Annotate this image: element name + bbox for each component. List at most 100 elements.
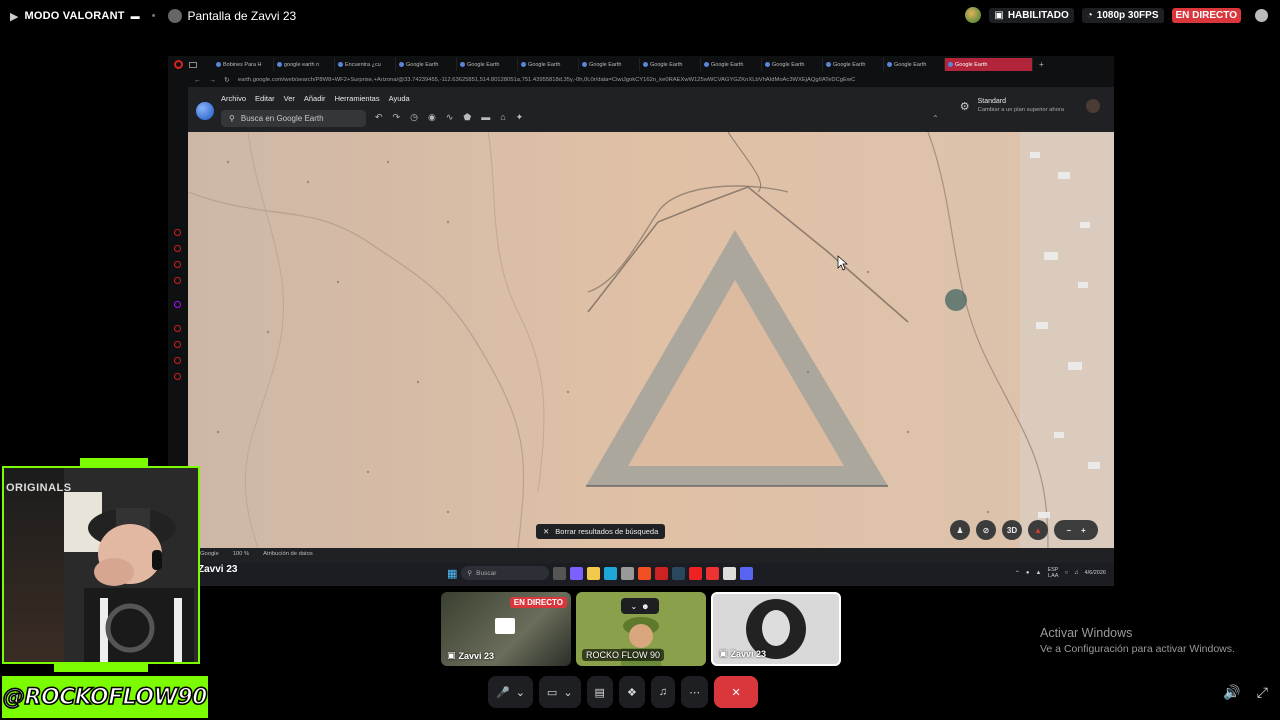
menu-item[interactable]: Añadir [304,94,326,103]
quality-chip[interactable]: ◔ 1080p 30FPS [1081,7,1164,23]
taskbar-search[interactable]: ⚲ Buscar [461,566,550,580]
widgets-app-icon[interactable] [570,566,584,580]
browser-tab[interactable]: Encuentra ¿cu [335,58,396,71]
browser-tab[interactable]: Google Earth [945,58,1033,71]
chat-bubble-icon[interactable] [1255,8,1268,22]
language-indicator[interactable]: ESP LAA [1047,567,1058,579]
edge-icon[interactable] [604,566,618,580]
mic-tray-icon[interactable]: ● [1026,570,1030,576]
tabs-menu-icon[interactable] [189,61,197,68]
menu-item[interactable]: Ayuda [389,94,410,103]
google-earth-logo-icon[interactable] [196,102,214,120]
discord-icon[interactable] [740,566,754,580]
enabled-chip[interactable]: ▣ HABILITADO [989,7,1074,23]
compass-icon[interactable]: ▲ [1028,520,1048,540]
undo-icon[interactable]: ↶ [375,112,383,123]
zoom-out-icon[interactable]: − [1066,526,1071,535]
browser-tab[interactable]: Google Earth [457,58,518,71]
wifi-icon[interactable]: ○ [1064,570,1068,576]
no-tilt-icon[interactable]: ⊘ [976,520,996,540]
document-icon[interactable] [723,566,737,580]
microphone-button[interactable]: 🎤 ⌄ [488,676,533,708]
zoom-in-icon[interactable]: + [1081,526,1086,535]
browser-tab[interactable]: Google Earth [579,58,640,71]
menu-item[interactable]: Ver [284,94,295,103]
collapse-toolbar-icon[interactable]: ⌃ [932,114,939,123]
satellite-map[interactable]: ✕ Borrar resultados de búsqueda ♟ ⊘ 3D ▲… [188,132,1114,548]
volume-icon[interactable]: ♫ [1074,570,1079,576]
redo-icon[interactable]: ↷ [393,112,401,123]
file-explorer-icon[interactable] [587,566,601,580]
chevron-down-icon[interactable]: ⌄ [563,686,572,699]
chevron-up-icon[interactable]: ⌃ [1015,570,1020,577]
browser-tab[interactable]: google earth n [274,58,335,71]
earth-search-field[interactable]: ⚲ Busca en Google Earth [221,110,366,127]
ruler-icon[interactable]: ▬ [481,112,490,123]
chevron-down-icon[interactable]: ⌄ [516,686,525,699]
new-tab-icon[interactable]: + [1039,60,1044,69]
back-icon[interactable]: ← [194,77,201,84]
browser-tab[interactable]: Bobines Para H [213,58,274,71]
sidebar-app-icon[interactable] [174,245,181,252]
share-screen-button[interactable]: ▤ [586,676,613,708]
network-icon[interactable]: ▲ [1035,570,1041,576]
browser-tab[interactable]: Google Earth [823,58,884,71]
street-view-icon[interactable]: ⌂ [500,112,505,123]
polygon-icon[interactable]: ⬟ [463,112,471,123]
pegman-icon[interactable]: ♟ [950,520,970,540]
browser-tab[interactable]: Google Earth [396,58,457,71]
browser-tab[interactable]: Google Earth [884,58,945,71]
volume-icon[interactable]: 🔊 [1223,684,1240,701]
disconnect-button[interactable]: ✕ [714,676,759,708]
clear-results-chip[interactable]: ✕ Borrar resultados de búsqueda [536,524,666,539]
browser-tab[interactable]: Google Earth [640,58,701,71]
url-field[interactable]: earth.google.com/web/search/P8W8+WF2+Sur… [238,77,958,83]
opera-icon[interactable] [655,566,669,580]
account-avatar[interactable] [1086,99,1100,113]
date[interactable]: 4/6/2026 [1085,570,1106,576]
voice-channel-name[interactable]: MODO VALORANT [24,10,124,22]
more-options-button[interactable]: ⋯ [681,676,709,708]
sidebar-app-icon[interactable] [174,261,181,268]
sidebar-app-icon[interactable] [174,325,181,332]
brave-icon[interactable] [638,566,652,580]
plan-info[interactable]: Standard Cambiar a un plan superior ahor… [978,98,1064,114]
sidebar-app-icon[interactable] [174,341,181,348]
forward-icon[interactable]: → [209,77,216,84]
app-icon[interactable] [689,566,703,580]
task-view-icon[interactable] [553,566,567,580]
participant-tile[interactable]: ⌄ ☻ ROCKO FLOW 90 [576,592,706,666]
browser-tab[interactable]: Google Earth [701,58,762,71]
path-icon[interactable]: ∿ [446,112,454,123]
app-icon[interactable] [706,566,720,580]
windows-start-icon[interactable]: ▦ [447,567,457,580]
sidebar-app-icon[interactable] [174,277,181,284]
fullscreen-icon[interactable]: ⤢ [1257,684,1268,701]
close-icon[interactable]: ✕ [543,527,549,536]
store-icon[interactable] [621,566,635,580]
menu-item[interactable]: Archivo [221,94,246,103]
sidebar-app-icon[interactable] [174,357,181,364]
camera-button[interactable]: ▭ ⌄ [538,676,581,708]
shared-screen[interactable]: Bobines Para H google earth n Encuentra ¿c… [168,56,1114,586]
placemark-icon[interactable]: ◉ [428,112,436,123]
menu-item[interactable]: Editar [255,94,275,103]
attribution-link[interactable]: Atribución de datos [263,551,313,557]
menu-item[interactable]: Herramientas [335,94,380,103]
browser-tab[interactable]: Google Earth [518,58,579,71]
participant-tile[interactable]: EN DIRECTO ▣ Zavvi 23 [441,592,571,666]
user-avatar[interactable] [965,7,982,23]
3d-toggle[interactable]: 3D [1002,520,1022,540]
activities-button[interactable]: ❖ [618,676,645,708]
reload-icon[interactable]: ↻ [224,76,230,84]
history-icon[interactable]: ◷ [410,112,418,123]
twitch-icon[interactable] [174,301,181,308]
gear-icon[interactable]: ⚙ [960,100,970,113]
zoom-control[interactable]: − + [1054,520,1098,540]
soundboard-button[interactable]: ♫ [650,676,676,708]
sidebar-app-icon[interactable] [174,229,181,236]
satellite-icon[interactable]: ✦ [516,112,524,123]
steam-icon[interactable] [672,566,686,580]
participant-tile[interactable]: ▣ Zavvi 23 [711,592,841,666]
browser-tab[interactable]: Google Earth [762,58,823,71]
